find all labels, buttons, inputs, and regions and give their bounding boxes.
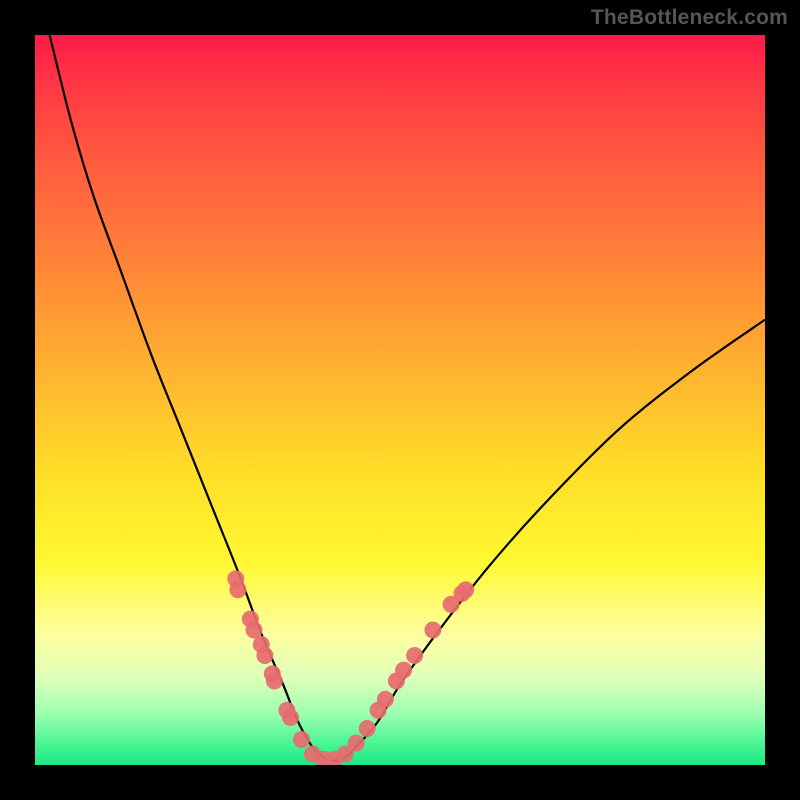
- data-point: [348, 735, 365, 752]
- plot-area: [35, 35, 765, 765]
- data-point: [359, 720, 376, 737]
- data-point: [457, 581, 474, 598]
- data-point: [377, 691, 394, 708]
- data-point: [256, 647, 273, 664]
- data-point: [424, 622, 441, 639]
- data-point: [395, 662, 412, 679]
- scatter-group: [227, 570, 474, 765]
- chart-frame: TheBottleneck.com: [0, 0, 800, 800]
- data-point: [229, 581, 246, 598]
- chart-svg: [35, 35, 765, 765]
- data-point: [246, 622, 263, 639]
- data-point: [293, 731, 310, 748]
- data-point: [282, 709, 299, 726]
- data-point: [266, 673, 283, 690]
- data-point: [406, 647, 423, 664]
- watermark-text: TheBottleneck.com: [591, 6, 788, 30]
